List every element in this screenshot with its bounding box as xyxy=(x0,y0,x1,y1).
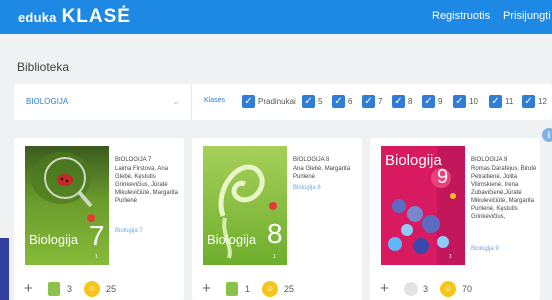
book-resource-icon xyxy=(48,282,60,296)
checkbox-class-11[interactable]: ✓ 11 xyxy=(489,93,513,109)
checkmark-icon: ✓ xyxy=(362,95,375,109)
checkbox-pradinukai[interactable]: ✓ Pradinukai xyxy=(242,93,296,109)
book-link[interactable]: Biologija 8 xyxy=(293,185,321,191)
cover-title: Biologija xyxy=(207,232,257,247)
cover-number: 8 xyxy=(267,218,283,249)
book-card-footer: + 1 ☺ 25 xyxy=(192,280,362,300)
add-icon[interactable]: + xyxy=(380,280,389,298)
add-icon[interactable]: + xyxy=(24,280,33,298)
page-title: Biblioteka xyxy=(17,60,70,74)
subject-select-value: BIOLOGIJA xyxy=(26,97,69,106)
book-title: BIOLOGIJA 9 xyxy=(471,157,508,163)
points-count: 25 xyxy=(106,284,117,294)
coin-icon: ☺ xyxy=(84,281,100,297)
points-count: 25 xyxy=(284,284,295,294)
book-card-footer: + 3 ☺ 25 xyxy=(14,280,184,300)
checkbox-class-7[interactable]: ✓ 7 xyxy=(362,93,382,109)
book-cover-biologija-9[interactable]: Biologija 9 1 xyxy=(381,146,465,265)
book-card[interactable]: Biologija 9 1 BIOLOGIJA 9 Romas Darafėju… xyxy=(370,138,540,300)
book-card[interactable]: Biologija 7 1 BIOLOGIJA 7 Laima Firstova… xyxy=(14,138,184,300)
top-navbar: eduka KLASĖ Registruotis Prisijungti xyxy=(0,0,552,34)
checkbox-class-9[interactable]: ✓ 9 xyxy=(422,93,442,109)
filter-bar: BIOLOGIJA ⌄ Klasės ✓ Pradinukai ✓ 5 ✓ 6 ✓ 7 … xyxy=(14,84,552,120)
checkbox-class-6[interactable]: ✓ 6 xyxy=(332,93,352,109)
logo-big-text: KLASĖ xyxy=(61,6,131,27)
subject-select[interactable]: BIOLOGIJA ⌄ xyxy=(14,84,192,120)
resource-count: 1 xyxy=(245,284,251,294)
login-link[interactable]: Prisijungti xyxy=(503,10,551,22)
cover-number: 7 xyxy=(89,220,105,251)
checkmark-icon: ✓ xyxy=(392,95,405,109)
checkmark-icon: ✓ xyxy=(522,95,535,109)
logo-small-text: eduka xyxy=(18,10,57,25)
checkbox-class-5[interactable]: ✓ 5 xyxy=(302,93,322,109)
checkmark-icon: ✓ xyxy=(453,95,466,109)
side-panel-edge xyxy=(0,238,9,300)
book-link[interactable]: Biologija 7 xyxy=(115,228,143,234)
book-link[interactable]: Biologija 9 xyxy=(471,246,499,252)
book-title: BIOLOGIJA 8 xyxy=(293,157,330,163)
checkbox-class-12[interactable]: ✓ 12 xyxy=(522,93,547,109)
coin-icon: ☺ xyxy=(262,281,278,297)
book-resource-icon xyxy=(404,282,418,296)
checkmark-icon: ✓ xyxy=(489,95,502,109)
classes-label: Klasės xyxy=(204,97,226,104)
book-authors: Laima Firstova, Ana Glebė, Kęstutis Grin… xyxy=(115,166,179,204)
book-card[interactable]: Biologija 8 1 BIOLOGIJA 8 Ana Glebė, Mar… xyxy=(192,138,362,300)
info-icon[interactable]: i xyxy=(542,128,552,142)
coin-icon: ☺ xyxy=(440,281,456,297)
book-title: BIOLOGIJA 7 xyxy=(115,157,152,163)
checkmark-icon: ✓ xyxy=(242,95,255,109)
cover-title: Biologija xyxy=(385,152,442,169)
resource-count: 3 xyxy=(67,284,73,294)
register-link[interactable]: Registruotis xyxy=(432,10,490,22)
book-authors: Romas Darafėjus, Birutė Petraitienė, Jol… xyxy=(471,166,537,220)
eduka-klase-logo[interactable]: eduka KLASĖ xyxy=(18,6,131,28)
resource-count: 3 xyxy=(423,284,429,294)
checkbox-class-8[interactable]: ✓ 8 xyxy=(392,93,412,109)
checkmark-icon: ✓ xyxy=(302,95,315,109)
book-authors: Ana Glebė, Margarita Purlienė xyxy=(293,166,351,180)
book-card-footer: + 3 ☺ 70 xyxy=(370,280,540,300)
checkmark-icon: ✓ xyxy=(422,95,435,109)
book-cover-biologija-8[interactable]: Biologija 8 1 xyxy=(203,146,287,265)
book-resource-icon xyxy=(226,282,238,296)
chevron-down-icon: ⌄ xyxy=(172,96,180,106)
checkbox-class-10[interactable]: ✓ 10 xyxy=(453,93,478,109)
checkmark-icon: ✓ xyxy=(332,95,345,109)
add-icon[interactable]: + xyxy=(202,280,211,298)
book-cover-biologija-7[interactable]: Biologija 7 1 xyxy=(25,146,109,265)
cover-number: 9 xyxy=(437,166,449,188)
cover-title: Biologija xyxy=(29,232,79,247)
points-count: 70 xyxy=(462,284,473,294)
